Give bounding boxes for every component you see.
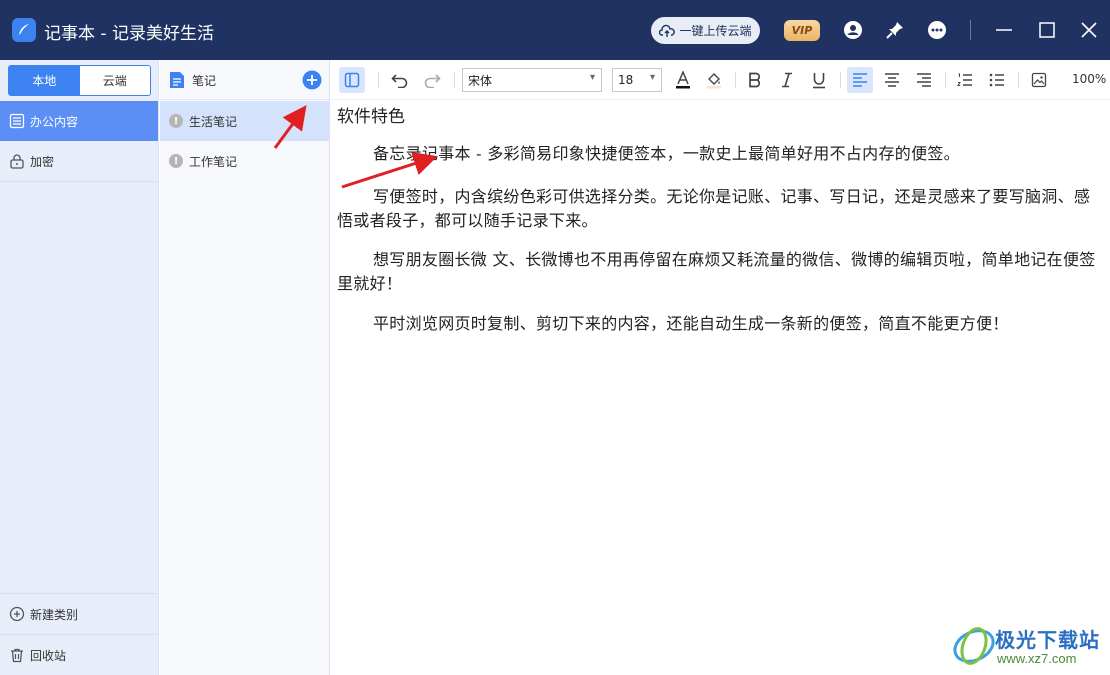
vip-badge[interactable]: VIP bbox=[784, 20, 820, 41]
add-note-icon[interactable] bbox=[302, 70, 322, 90]
font-family-value: 宋体 bbox=[468, 73, 493, 88]
maximize-icon[interactable] bbox=[1035, 18, 1059, 42]
note-label: 工作笔记 bbox=[189, 154, 238, 169]
chevron-down-icon: ▾ bbox=[589, 72, 595, 83]
font-size-value: 18 bbox=[618, 73, 634, 87]
note-item-work[interactable]: ! 工作笔记 bbox=[160, 141, 329, 181]
upload-cloud-label: 一键上传云端 bbox=[679, 24, 752, 38]
undo-icon[interactable] bbox=[387, 67, 413, 93]
cloud-upload-icon bbox=[659, 24, 676, 37]
editor-area[interactable]: 软件特色 备忘录记事本 - 多彩简易印象快捷便签本，一款史上最简单好用不占内存的… bbox=[331, 100, 1110, 675]
toolbar-divider bbox=[454, 72, 455, 88]
italic-icon[interactable] bbox=[774, 67, 800, 93]
underline-icon[interactable] bbox=[806, 67, 832, 93]
toolbar-divider bbox=[735, 72, 736, 88]
storage-toggle: 本地 云端 bbox=[8, 65, 151, 96]
redo-icon[interactable] bbox=[419, 67, 445, 93]
toggle-sidebar-icon[interactable] bbox=[339, 67, 365, 93]
info-icon: ! bbox=[169, 114, 183, 128]
zoom-level[interactable]: 100% bbox=[1072, 72, 1106, 86]
title-bar: 记事本 - 记录美好生活 一键上传云端 VIP bbox=[0, 0, 1110, 60]
image-icon[interactable] bbox=[1026, 67, 1052, 93]
document-paragraph: 想写朋友圈长微 文、长微博也不用再停留在麻烦又耗流量的微信、微博的编辑页啦，简单… bbox=[337, 250, 1096, 293]
trash-button[interactable]: 回收站 bbox=[0, 635, 158, 675]
toolbar-divider bbox=[840, 72, 841, 88]
font-color-icon[interactable] bbox=[670, 67, 696, 93]
note-item-life[interactable]: ! 生活笔记 bbox=[160, 101, 329, 141]
category-sidebar: 本地 云端 办公内容 加密 新建类别 回收站 bbox=[0, 60, 159, 675]
notes-list-panel: 笔记 ! 生活笔记 ! 工作笔记 bbox=[160, 60, 330, 675]
category-label: 办公内容 bbox=[30, 114, 79, 129]
watermark-name: 极光下载站 bbox=[995, 630, 1100, 652]
tab-local[interactable]: 本地 bbox=[9, 66, 80, 95]
category-item-office[interactable]: 办公内容 bbox=[0, 101, 158, 141]
lock-icon bbox=[10, 154, 24, 169]
align-left-icon[interactable] bbox=[847, 67, 873, 93]
trash-icon bbox=[11, 648, 23, 663]
ordered-list-icon[interactable] bbox=[952, 67, 978, 93]
document-title: 软件特色 bbox=[337, 107, 405, 127]
user-icon[interactable] bbox=[841, 18, 865, 42]
feather-pen-icon bbox=[12, 18, 36, 42]
chevron-down-icon: ▾ bbox=[649, 72, 655, 83]
note-label: 生活笔记 bbox=[189, 114, 238, 129]
tab-cloud[interactable]: 云端 bbox=[79, 66, 150, 95]
toolbar-divider bbox=[378, 72, 379, 88]
window-title: 记事本 - 记录美好生活 bbox=[44, 24, 214, 44]
align-center-icon[interactable] bbox=[879, 67, 905, 93]
editor-toolbar: 宋体 ▾ 18 ▾ bbox=[331, 60, 1110, 100]
pin-icon[interactable] bbox=[883, 18, 907, 42]
document-paragraph: 写便签时，内含缤纷色彩可供选择分类。无论你是记账、记事、写日记，还是灵感来了要写… bbox=[337, 187, 1091, 230]
trash-label: 回收站 bbox=[30, 648, 67, 663]
toolbar-divider bbox=[1018, 72, 1019, 88]
notes-header-label: 笔记 bbox=[192, 74, 217, 88]
bullet-list-icon[interactable] bbox=[984, 67, 1010, 93]
titlebar-divider bbox=[970, 20, 971, 40]
toolbar-divider bbox=[945, 72, 946, 88]
new-category-button[interactable]: 新建类别 bbox=[0, 594, 158, 634]
document-paragraph: 备忘录记事本 - 多彩简易印象快捷便签本，一款史上最简单好用不占内存的便签。 bbox=[373, 144, 960, 163]
upload-cloud-button[interactable]: 一键上传云端 bbox=[651, 17, 760, 44]
close-icon[interactable] bbox=[1077, 18, 1101, 42]
watermark-url: www.xz7.com bbox=[997, 651, 1077, 666]
note-doc-icon bbox=[170, 72, 184, 88]
info-icon: ! bbox=[169, 154, 183, 168]
category-item-encrypted[interactable]: 加密 bbox=[0, 141, 158, 181]
list-icon bbox=[9, 113, 25, 129]
new-category-label: 新建类别 bbox=[30, 607, 79, 622]
highlight-icon[interactable] bbox=[701, 67, 727, 93]
font-family-select[interactable]: 宋体 ▾ bbox=[462, 68, 602, 92]
font-size-select[interactable]: 18 ▾ bbox=[612, 68, 662, 92]
notes-header: 笔记 bbox=[160, 60, 330, 100]
plus-circle-icon bbox=[9, 606, 25, 622]
category-divider bbox=[0, 181, 158, 182]
more-icon[interactable] bbox=[925, 18, 949, 42]
bold-icon[interactable] bbox=[742, 67, 768, 93]
document-paragraph: 平时浏览网页时复制、剪切下来的内容，还能自动生成一条新的便签，简直不能更方便！ bbox=[373, 314, 1009, 333]
category-label: 加密 bbox=[30, 154, 55, 169]
align-right-icon[interactable] bbox=[911, 67, 937, 93]
minimize-icon[interactable] bbox=[992, 18, 1016, 42]
